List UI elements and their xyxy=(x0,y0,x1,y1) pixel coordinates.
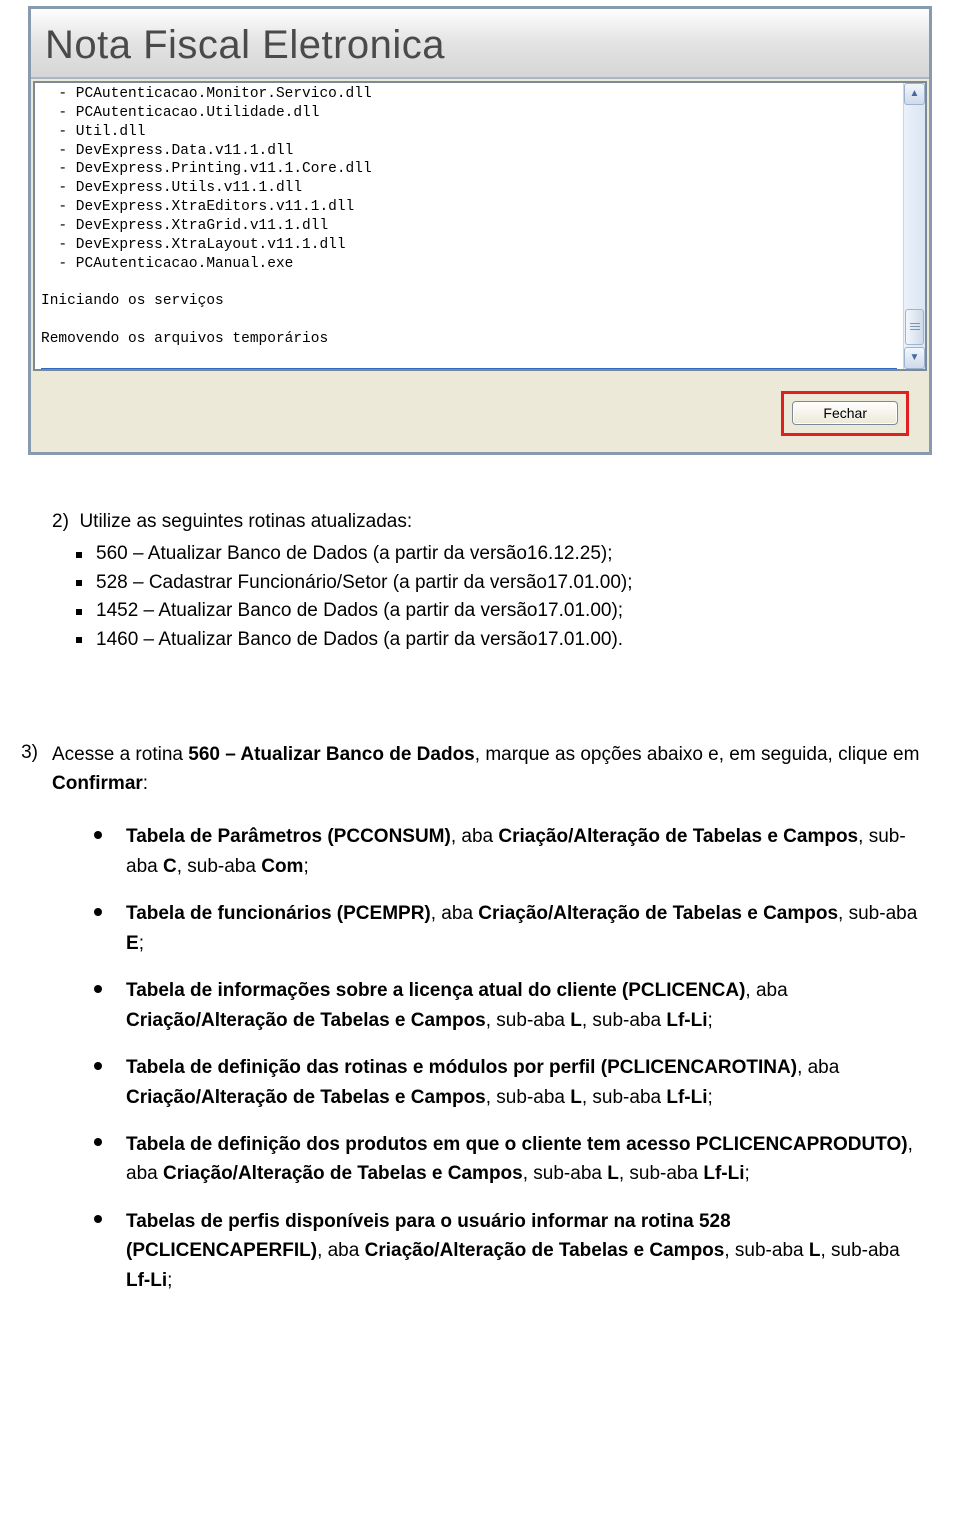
window-title: Nota Fiscal Eletronica xyxy=(45,23,445,67)
close-button[interactable]: Fechar xyxy=(792,401,898,425)
list-item: Tabela de definição das rotinas e módulo… xyxy=(94,1053,920,1112)
window-body: - PCAutenticacao.Monitor.Servico.dll - P… xyxy=(31,79,929,452)
scroll-down-button[interactable]: ▼ xyxy=(904,347,925,369)
step-3-paragraph: Acesse a rotina 560 – Atualizar Banco de… xyxy=(52,740,920,799)
vertical-scrollbar[interactable]: ▲ ▼ xyxy=(903,83,925,369)
step-3-mid: , marque as opções abaixo e, em seguida,… xyxy=(475,744,920,765)
list-item: Tabela de informações sobre a licença at… xyxy=(94,976,920,1035)
log-textbox: - PCAutenticacao.Monitor.Servico.dll - P… xyxy=(33,81,927,371)
button-row: Fechar xyxy=(33,371,927,450)
log-text: - PCAutenticacao.Monitor.Servico.dll - P… xyxy=(35,83,903,369)
list-item: Tabelas de perfis disponíveis para o usu… xyxy=(94,1207,920,1295)
chevron-down-icon: ▼ xyxy=(910,351,920,365)
list-item: Tabela de Parâmetros (PCCONSUM), aba Cri… xyxy=(94,822,920,881)
step-2-text: Utilize as seguintes rotinas atualizadas… xyxy=(79,511,412,532)
title-bar: Nota Fiscal Eletronica xyxy=(31,9,929,79)
step-3-label: 3) xyxy=(12,740,52,1314)
list-item: Tabela de funcionários (PCEMPR), aba Cri… xyxy=(94,899,920,958)
close-highlight-box: Fechar xyxy=(781,391,909,436)
step-3-routine: 560 – Atualizar Banco de Dados xyxy=(188,744,475,765)
list-item: 1460 – Atualizar Banco de Dados (a parti… xyxy=(72,627,920,654)
scroll-up-button[interactable]: ▲ xyxy=(904,83,925,105)
step-2-label: 2) xyxy=(52,511,79,532)
list-item: 560 – Atualizar Banco de Dados (a partir… xyxy=(72,541,920,568)
list-item: 1452 – Atualizar Banco de Dados (a parti… xyxy=(72,598,920,625)
step-3: 3) Acesse a rotina 560 – Atualizar Banco… xyxy=(52,740,920,1314)
step-3-prefix: Acesse a rotina xyxy=(52,744,188,765)
step-3-confirm: Confirmar xyxy=(52,773,143,794)
list-item: Tabela de definição dos produtos em que … xyxy=(94,1130,920,1189)
document-body: 2) Utilize as seguintes rotinas atualiza… xyxy=(52,509,920,1314)
step-2-list: 560 – Atualizar Banco de Dados (a partir… xyxy=(72,541,920,653)
step-3-colon: : xyxy=(143,773,148,794)
step-2: 2) Utilize as seguintes rotinas atualiza… xyxy=(52,509,920,654)
list-item: 528 – Cadastrar Funcionário/Setor (a par… xyxy=(72,570,920,597)
scroll-thumb[interactable] xyxy=(905,309,924,345)
installer-window: Nota Fiscal Eletronica - PCAutenticacao.… xyxy=(28,6,932,455)
step-3-sublist: Tabela de Parâmetros (PCCONSUM), aba Cri… xyxy=(94,822,920,1295)
chevron-up-icon: ▲ xyxy=(910,87,920,101)
log-highlighted-line: Processamento finalizado! xyxy=(41,368,897,369)
